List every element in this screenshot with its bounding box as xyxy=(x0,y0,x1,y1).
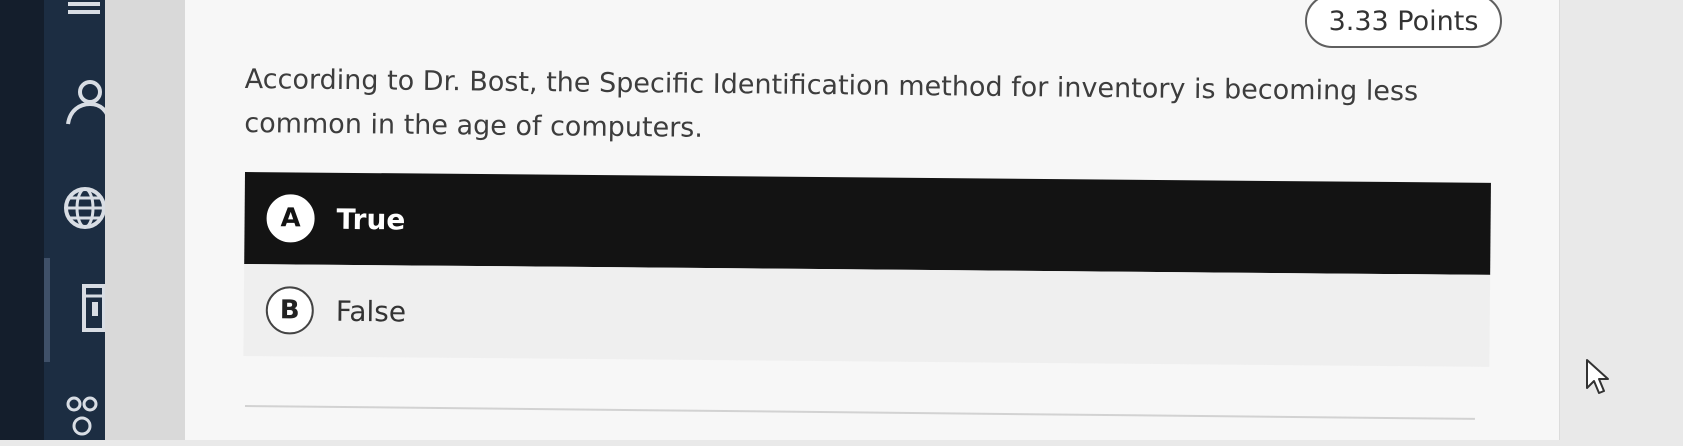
option-label-false: False xyxy=(335,294,407,328)
option-letter-b: B xyxy=(265,286,315,335)
globe-icon[interactable] xyxy=(60,183,110,233)
course-icon[interactable] xyxy=(60,0,110,32)
gradebook-icon[interactable] xyxy=(60,284,110,334)
left-sidebar xyxy=(0,0,112,440)
question-text: According to Dr. Bost, the Specific Iden… xyxy=(244,63,1419,144)
option-letter-a: A xyxy=(266,194,315,243)
mouse-pointer-icon xyxy=(1585,358,1611,396)
answer-option-false[interactable]: B False xyxy=(243,263,1491,367)
option-label-true: True xyxy=(336,202,406,236)
answer-option-true[interactable]: A True xyxy=(244,172,1491,275)
person-icon[interactable] xyxy=(60,78,112,128)
sidebar-edge xyxy=(0,0,44,440)
points-badge: 3.33 Points xyxy=(1305,0,1502,48)
right-margin xyxy=(1560,0,1683,440)
answer-choices: A True B False xyxy=(243,172,1491,367)
content-gutter xyxy=(105,0,185,440)
groups-icon[interactable] xyxy=(60,392,110,442)
active-indicator xyxy=(44,258,50,362)
